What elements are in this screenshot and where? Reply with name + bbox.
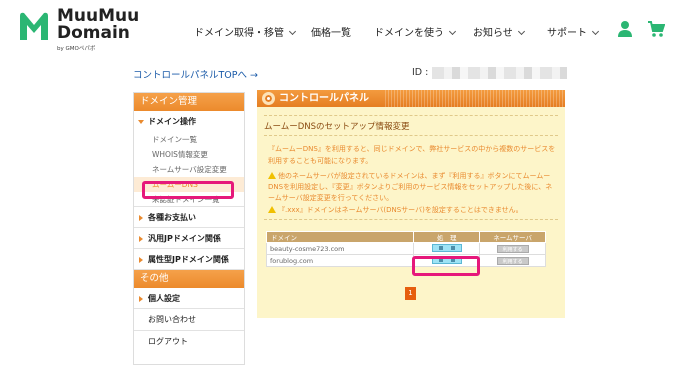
divider bbox=[264, 219, 558, 220]
sidebar-sub-domain-list[interactable]: ドメイン一覧 bbox=[134, 132, 244, 147]
user-icon[interactable] bbox=[617, 20, 633, 38]
edit-glyph bbox=[450, 246, 455, 250]
chevron-down-icon bbox=[448, 27, 457, 36]
col-domain: ドメイン bbox=[265, 231, 415, 243]
warning-note-1: 他のネームサーバが設定されているドメインは、まず『利用する』ボタンにてムームーD… bbox=[268, 171, 558, 204]
title-stripe bbox=[385, 90, 565, 107]
nav-domain-acquire[interactable]: ドメイン取得・移管 bbox=[194, 24, 297, 39]
control-panel-top-link[interactable]: コントロールパネルTOPへ → bbox=[133, 67, 258, 81]
logo-wordmark: MuuMuu Domain bbox=[57, 8, 139, 42]
triangle-down-icon bbox=[138, 120, 144, 124]
domain-cell: forublog.com bbox=[265, 254, 415, 267]
sidebar-item-personal[interactable]: 個人設定 bbox=[134, 288, 244, 309]
sidebar-sub-nameserver[interactable]: ネームサーバ設定変更 bbox=[134, 162, 244, 177]
warning-icon bbox=[268, 206, 276, 213]
sidebar-header-other: その他 bbox=[134, 270, 244, 288]
triangle-right-icon bbox=[139, 296, 143, 302]
use-button[interactable]: 利用する bbox=[496, 256, 529, 265]
warning-text: 『.xxx』ドメインはネームサーバ(DNSサーバ)を設定することはできません。 bbox=[278, 206, 523, 214]
nav-label: ドメイン取得・移管 bbox=[194, 28, 284, 39]
chevron-down-icon bbox=[517, 27, 525, 36]
nav-news[interactable]: お知らせ bbox=[473, 24, 525, 39]
domain-cell: beauty-cosme723.com bbox=[265, 242, 415, 255]
use-button[interactable]: 利用する bbox=[496, 244, 529, 253]
sidebar-item-logout[interactable]: ログアウト bbox=[134, 331, 244, 353]
sidebar-sub-whois[interactable]: WHOIS情報変更 bbox=[134, 147, 244, 162]
muumuu-logo[interactable]: MuuMuu Domain by GMOペパボ bbox=[17, 8, 157, 52]
triangle-right-icon bbox=[139, 236, 143, 242]
warning-note-2: 『.xxx』ドメインはネームサーバ(DNSサーバ)を設定することはできません。 bbox=[268, 205, 558, 216]
site-header: MuuMuu Domain by GMOペパボ ドメイン取得・移管 価格一覧 ド… bbox=[0, 0, 700, 62]
warning-icon bbox=[268, 172, 276, 179]
triangle-right-icon bbox=[139, 215, 143, 221]
pager-current-page[interactable]: 1 bbox=[405, 287, 416, 300]
nav-use-domain[interactable]: ドメインを使う bbox=[374, 24, 457, 39]
warning-text: 他のネームサーバが設定されているドメインは、まず『利用する』ボタンにてムームーD… bbox=[268, 172, 553, 202]
sidebar-item-label: ドメイン操作 bbox=[148, 117, 196, 126]
description-text: 『ムームーDNS』を利用すると、同じドメインで、弊社サービスの中から複数のサービ… bbox=[268, 145, 556, 165]
domain-table: ドメイン 処 理 ネームサーバ beauty-cosme723.com 利用する… bbox=[265, 231, 546, 267]
id-label: ID : bbox=[412, 67, 429, 78]
triangle-right-icon bbox=[139, 257, 143, 263]
logo-line2: Domain bbox=[57, 23, 130, 43]
cart-icon[interactable] bbox=[647, 20, 665, 38]
nameserver-cell: 利用する bbox=[479, 254, 546, 267]
chevron-down-icon bbox=[288, 27, 297, 36]
table-row: forublog.com 利用する bbox=[265, 254, 546, 267]
highlight-box-sidebar bbox=[142, 181, 234, 199]
col-process: 処 理 bbox=[413, 231, 481, 243]
process-cell bbox=[413, 242, 481, 255]
sidebar-item-payments[interactable]: 各種お支払い bbox=[134, 207, 244, 228]
nav-label: お知らせ bbox=[473, 28, 513, 39]
section-title: ムームーDNSのセットアップ情報変更 bbox=[264, 122, 410, 132]
panel-title-bar: コントロールパネル bbox=[257, 90, 565, 107]
nav-price-list[interactable]: 価格一覧 bbox=[311, 24, 351, 39]
sidebar-item-label: 個人設定 bbox=[148, 294, 180, 303]
chevron-down-icon bbox=[591, 27, 600, 36]
sidebar-item-label: 属性型JPドメイン関係 bbox=[148, 255, 229, 264]
edit-glyph bbox=[438, 246, 443, 250]
table-header-row: ドメイン 処 理 ネームサーバ bbox=[265, 231, 546, 243]
logo-sub: by GMOペパボ bbox=[57, 46, 96, 52]
id-value-redacted bbox=[432, 67, 567, 79]
sidebar-header-domain: ドメイン管理 bbox=[134, 93, 244, 111]
highlight-box-edit bbox=[412, 256, 480, 276]
divider bbox=[264, 135, 558, 136]
nameserver-cell: 利用する bbox=[479, 242, 546, 255]
nav-support[interactable]: サポート bbox=[547, 24, 600, 39]
divider bbox=[264, 115, 558, 116]
sidebar: ドメイン管理 ドメイン操作 ドメイン一覧 WHOIS情報変更 ネームサーバ設定変… bbox=[133, 92, 245, 365]
nav-label: ドメインを使う bbox=[374, 28, 444, 39]
table-row: beauty-cosme723.com 利用する bbox=[265, 242, 546, 255]
edit-button[interactable] bbox=[431, 244, 462, 252]
sidebar-item-attribute-jp[interactable]: 属性型JPドメイン関係 bbox=[134, 249, 244, 270]
gear-icon bbox=[262, 92, 275, 105]
nav-label: 価格一覧 bbox=[311, 28, 351, 39]
panel-title: コントロールパネル bbox=[279, 93, 369, 104]
nav-label: サポート bbox=[547, 28, 587, 39]
col-nameserver: ネームサーバ bbox=[479, 231, 546, 243]
sidebar-item-contact[interactable]: お問い合わせ bbox=[134, 309, 244, 331]
control-panel: コントロールパネル ムームーDNSのセットアップ情報変更 『ムームーDNS』を利… bbox=[257, 90, 565, 318]
sidebar-item-label: 各種お支払い bbox=[148, 213, 196, 222]
sidebar-item-general-jp[interactable]: 汎用JPドメイン関係 bbox=[134, 228, 244, 249]
sidebar-item-domain-ops[interactable]: ドメイン操作 bbox=[134, 111, 244, 132]
muumuu-mark-icon bbox=[20, 12, 48, 41]
sidebar-item-label: 汎用JPドメイン関係 bbox=[148, 234, 221, 243]
